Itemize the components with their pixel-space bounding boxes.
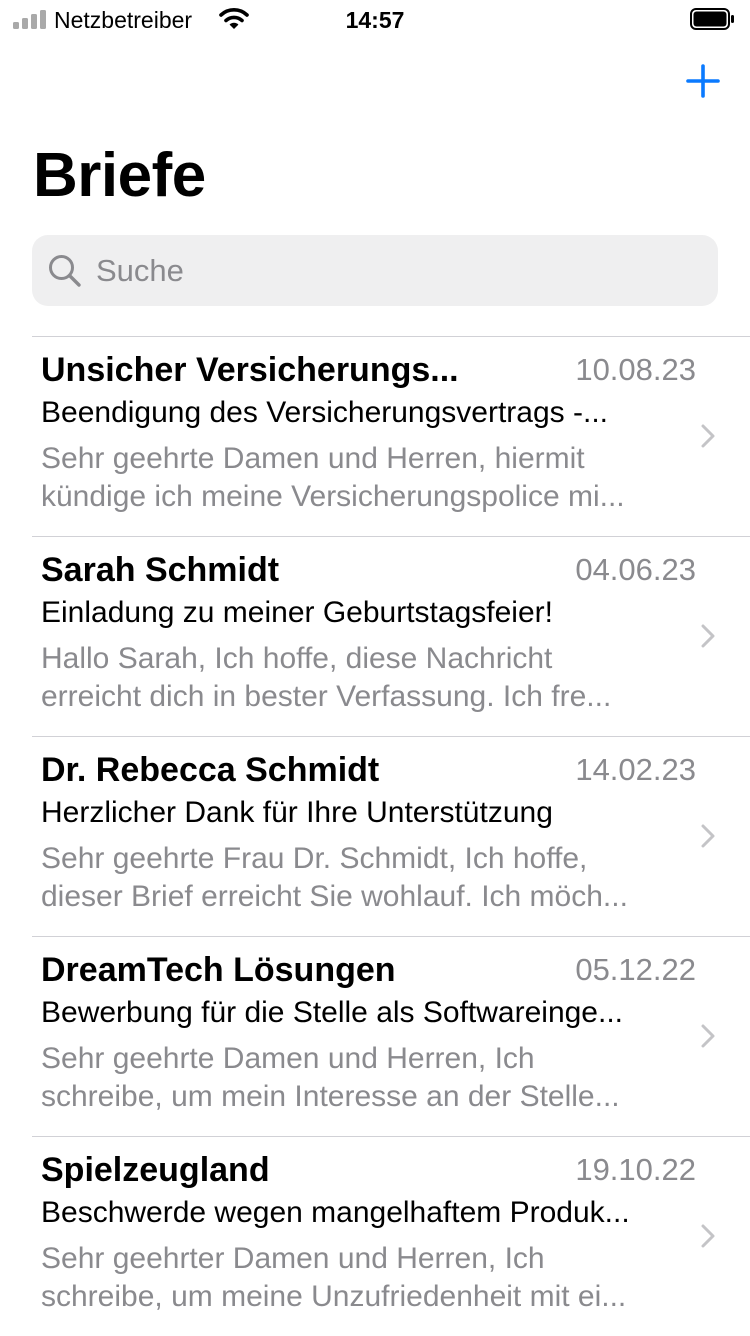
letter-preview: Sehr geehrter Damen und Herren, Ich schr…	[41, 1240, 676, 1316]
letter-subject: Bewerbung für die Stelle als Softwareing…	[41, 996, 623, 1029]
letter-preview-line: Sehr geehrter Damen und Herren, Ich	[41, 1242, 545, 1275]
letter-subject: Beendigung des Versicherungsvertrags -..…	[41, 396, 608, 429]
magnifier-icon	[49, 254, 81, 287]
chevron-right-icon	[701, 424, 715, 448]
chevron-right-icon	[701, 1224, 715, 1248]
letter-preview-line: schreibe, um meine Unzufriedenheit mit e…	[41, 1280, 627, 1313]
letter-date: 19.10.22	[575, 1152, 696, 1187]
row-divider	[32, 1136, 750, 1137]
row-divider	[32, 736, 750, 737]
search-bar[interactable]	[32, 235, 718, 306]
letter-sender: DreamTech Lösungen	[41, 951, 396, 989]
letter-row[interactable]: DreamTech Lösungen 05.12.22 Bewerbung fü…	[0, 936, 750, 1136]
letter-date: 14.02.23	[575, 752, 696, 787]
add-letter-button[interactable]	[683, 61, 723, 101]
search-input[interactable]	[94, 251, 698, 290]
row-divider	[32, 536, 750, 537]
chevron-right-icon	[701, 1024, 715, 1048]
letter-sender: Unsicher Versicherungs...	[41, 351, 459, 389]
letter-preview-line: dieser Brief erreicht Sie wohlauf. Ich m…	[41, 880, 628, 913]
letter-subject: Einladung zu meiner Geburtstagsfeier!	[41, 596, 553, 629]
letter-preview-line: Sehr geehrte Damen und Herren, Ich	[41, 1042, 535, 1075]
chevron-right-icon	[701, 824, 715, 848]
letter-subject: Beschwerde wegen mangelhaftem Produk...	[41, 1196, 630, 1229]
letter-sender: Sarah Schmidt	[41, 551, 280, 589]
letter-preview-line: Sehr geehrte Frau Dr. Schmidt, Ich hoffe…	[41, 842, 588, 875]
page-title: Briefe	[33, 141, 206, 210]
letter-row[interactable]: Sarah Schmidt 04.06.23 Einladung zu mein…	[0, 536, 750, 736]
status-bar: Netzbetreiber 14:57	[0, 0, 750, 40]
letter-subject: Herzlicher Dank für Ihre Unterstützung	[41, 796, 553, 829]
letter-preview-line: erreicht dich in bester Verfassung. Ich …	[41, 680, 612, 713]
letter-preview-line: schreibe, um mein Interesse an der Stell…	[41, 1080, 620, 1113]
row-divider	[32, 936, 750, 937]
battery-icon	[690, 8, 734, 30]
letter-row[interactable]: Unsicher Versicherungs... 10.08.23 Beend…	[0, 336, 750, 536]
chevron-right-icon	[701, 624, 715, 648]
letter-date: 04.06.23	[575, 552, 696, 587]
letter-list: Unsicher Versicherungs... 10.08.23 Beend…	[0, 336, 750, 1336]
letter-row[interactable]: Spielzeugland 19.10.22 Beschwerde wegen …	[0, 1136, 750, 1336]
letter-row[interactable]: Dr. Rebecca Schmidt 14.02.23 Herzlicher …	[0, 736, 750, 936]
letter-date: 10.08.23	[575, 352, 696, 387]
letter-preview: Hallo Sarah, Ich hoffe, diese Nachricht …	[41, 640, 676, 716]
letter-preview-line: kündige ich meine Versicherungspolice mi…	[41, 480, 625, 513]
letter-sender: Dr. Rebecca Schmidt	[41, 751, 380, 789]
letter-preview: Sehr geehrte Frau Dr. Schmidt, Ich hoffe…	[41, 840, 676, 916]
letter-preview-line: Hallo Sarah, Ich hoffe, diese Nachricht	[41, 642, 553, 675]
letter-preview: Sehr geehrte Damen und Herren, hiermit k…	[41, 440, 676, 516]
status-time: 14:57	[345, 7, 405, 33]
letter-preview: Sehr geehrte Damen und Herren, Ich schre…	[41, 1040, 676, 1116]
letter-sender: Spielzeugland	[41, 1151, 270, 1189]
row-divider	[32, 336, 750, 337]
plus-icon	[686, 64, 720, 98]
letter-date: 05.12.22	[575, 952, 696, 987]
letter-preview-line: Sehr geehrte Damen und Herren, hiermit	[41, 442, 585, 475]
